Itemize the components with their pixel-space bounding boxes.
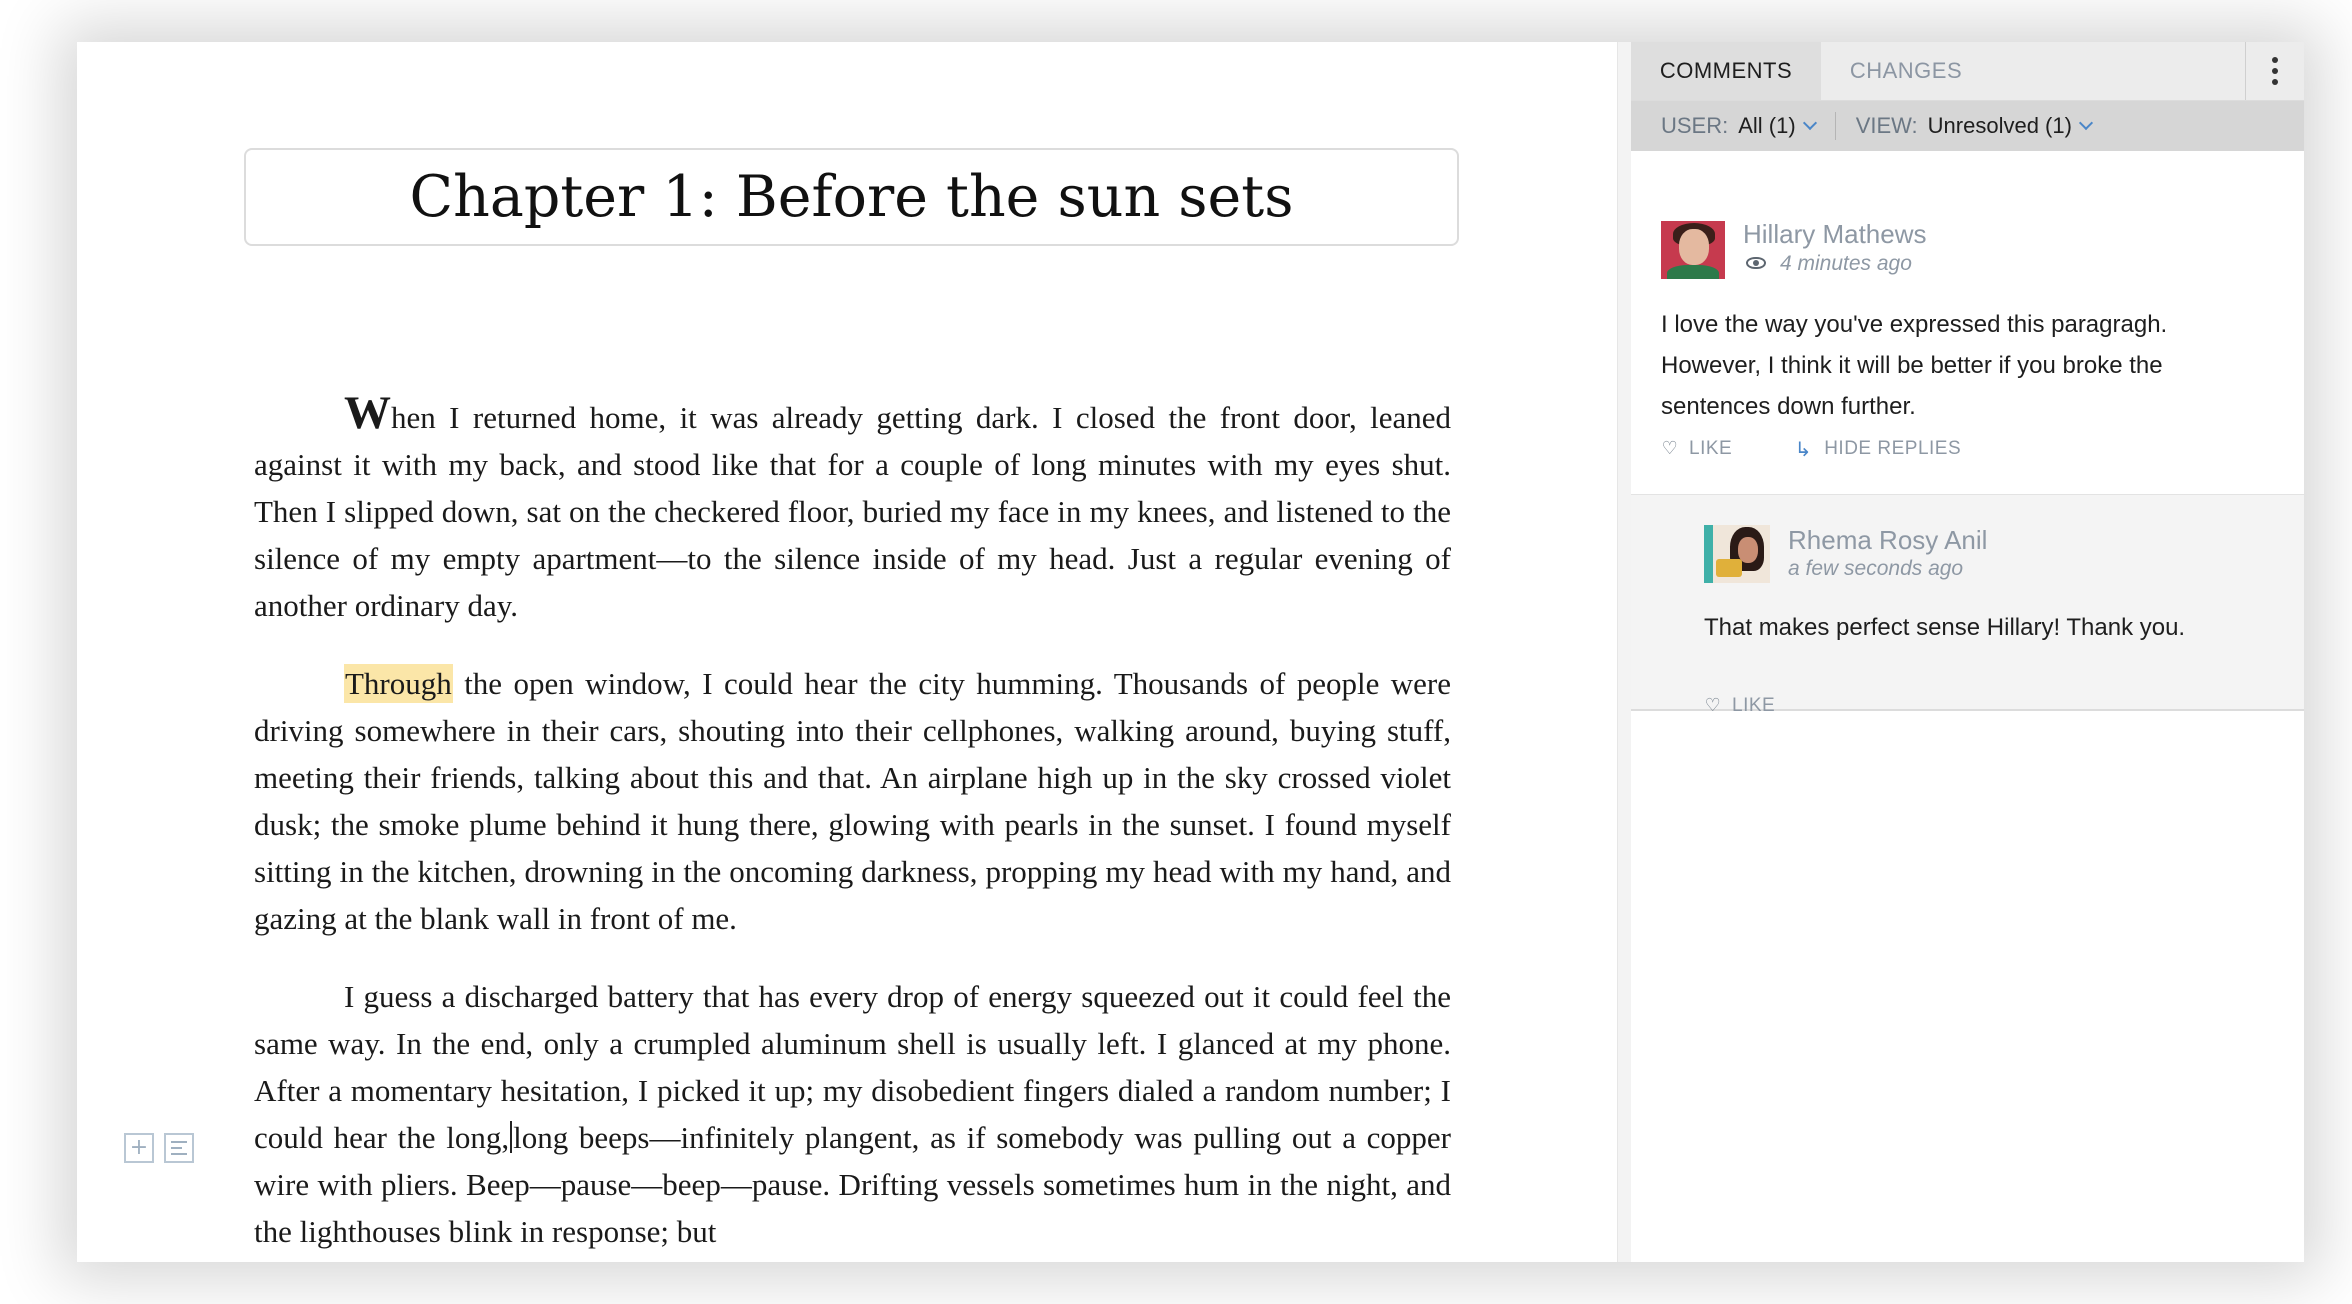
comment-actions: ♡ LIKE ↳ HIDE REPLIES	[1661, 438, 2021, 460]
document-editor[interactable]: Chapter 1: Before the sun sets When I re…	[77, 42, 1617, 1262]
like-button[interactable]: ♡ LIKE	[1661, 438, 1732, 460]
paragraph-1-text: hen I returned home, it was already gett…	[254, 400, 1451, 623]
avatar[interactable]	[1704, 525, 1770, 583]
like-label: LIKE	[1689, 438, 1733, 459]
comment-reply[interactable]: Rhema Rosy Anil a few seconds ago That m…	[1631, 495, 2304, 716]
chapter-title-box[interactable]: Chapter 1: Before the sun sets	[244, 148, 1459, 246]
comment-author[interactable]: Rhema Rosy Anil	[1788, 525, 1987, 556]
chevron-down-icon	[1802, 115, 1817, 131]
app-window: Chapter 1: Before the sun sets When I re…	[77, 42, 2304, 1262]
more-options-icon[interactable]	[2245, 42, 2304, 100]
plus-square-icon[interactable]: +	[124, 1133, 154, 1163]
comment-text: I love the way you've expressed this par…	[1661, 311, 2168, 420]
comment-time-text: a few seconds ago	[1788, 557, 1964, 580]
paragraph-2[interactable]: Through the open window, I could hear th…	[254, 660, 1451, 942]
paragraph-2-text: the open window, I could hear the city h…	[254, 666, 1451, 936]
comment-text: That makes perfect sense Hillary! Thank …	[1704, 614, 2186, 641]
tab-comments[interactable]: COMMENTS	[1631, 42, 1821, 100]
user-filter-value: All (1)	[1738, 113, 1796, 138]
comment-time: a few seconds ago	[1788, 557, 1963, 581]
comments-empty-area	[1631, 711, 2304, 1262]
hide-replies-button[interactable]: ↳ HIDE REPLIES	[1792, 438, 1961, 460]
comment-time-text: 4 minutes ago	[1780, 252, 1912, 275]
chapter-title[interactable]: Chapter 1: Before the sun sets	[410, 164, 1294, 230]
panel-tabs: COMMENTS CHANGES	[1631, 42, 2304, 101]
document-body[interactable]: When I returned home, it was already get…	[254, 390, 1451, 1262]
comments-panel: COMMENTS CHANGES USER: All (1) VIEW: Unr…	[1631, 42, 2304, 1262]
hide-replies-label: HIDE REPLIES	[1824, 438, 1962, 459]
paragraph-1[interactable]: When I returned home, it was already get…	[254, 390, 1451, 629]
commented-highlight[interactable]: Through	[344, 664, 453, 703]
tab-changes[interactable]: CHANGES	[1821, 42, 1991, 100]
text-caret	[510, 1121, 513, 1153]
view-filter-value: Unresolved (1)	[1927, 113, 2072, 138]
user-filter-dropdown[interactable]: USER: All (1)	[1631, 101, 1817, 151]
comment-thread[interactable]: Hillary Mathews 4 minutes ago I love the…	[1631, 151, 2304, 495]
drop-cap: W	[344, 387, 391, 439]
user-filter-label: USER:	[1661, 113, 1729, 138]
eye-icon	[1746, 257, 1768, 271]
paragraph-side-tools: +	[124, 1133, 194, 1163]
reply-arrow-icon: ↳	[1794, 437, 1812, 461]
lines-square-icon[interactable]	[164, 1133, 194, 1163]
comment-author[interactable]: Hillary Mathews	[1743, 219, 1927, 250]
heart-icon: ♡	[1661, 438, 1679, 459]
panel-divider[interactable]	[1617, 42, 1632, 1262]
comments-filter-bar: USER: All (1) VIEW: Unresolved (1)	[1631, 101, 2304, 151]
view-filter-label: VIEW:	[1855, 113, 1918, 138]
comment-time: 4 minutes ago	[1746, 252, 1912, 276]
chevron-down-icon	[2078, 115, 2094, 131]
paragraph-3[interactable]: I guess a discharged battery that has ev…	[254, 973, 1451, 1255]
avatar[interactable]	[1661, 221, 1725, 279]
view-filter-dropdown[interactable]: VIEW: Unresolved (1)	[1836, 101, 2094, 151]
